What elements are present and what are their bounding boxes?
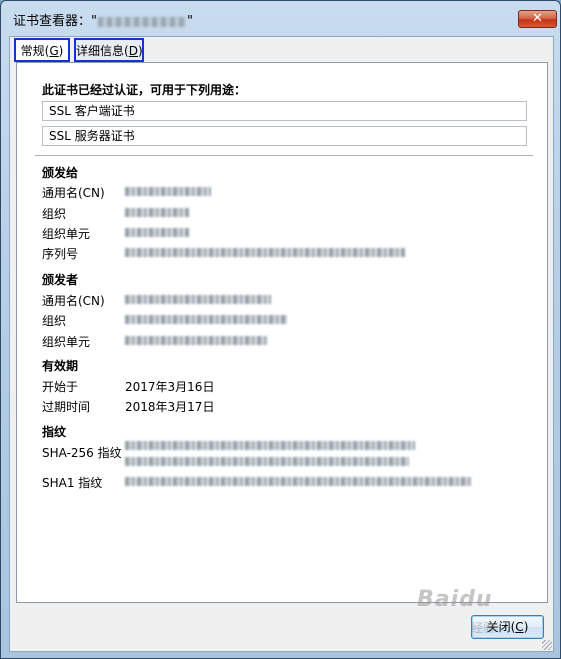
sha256-label: SHA-256 指纹 — [42, 446, 122, 460]
valid-from-value: 2017年3月16日 — [125, 380, 215, 394]
verified-heading: 此证书已经过认证，可用于下列用途： — [42, 83, 247, 97]
title-bar[interactable]: 证书查看器：" " ✕ — [1, 1, 560, 35]
redacted-value — [125, 315, 287, 324]
redacted-title-name — [97, 16, 186, 27]
purpose-item: SSL 服务器证书 — [42, 126, 527, 146]
redacted-value — [125, 228, 189, 237]
certificate-viewer-window: 证书查看器：" " ✕ 常规(G) 详细信息(D) 此证书已经过认证，可用于下列用… — [0, 0, 561, 659]
redacted-value — [125, 477, 471, 486]
close-button[interactable]: 关闭(C) — [471, 615, 544, 639]
tab-details[interactable]: 详细信息(D) — [74, 38, 144, 62]
valid-from-label: 开始于 — [42, 380, 79, 394]
dialog-client-area: 常规(G) 详细信息(D) 此证书已经过认证，可用于下列用途： SSL 客户端证… — [9, 36, 554, 652]
dialog-footer: 关闭(C) — [10, 603, 553, 651]
redacted-value — [125, 336, 267, 345]
issued-to-cn-label: 通用名(CN) — [42, 186, 105, 200]
valid-to-label: 过期时间 — [42, 400, 91, 414]
valid-to-value: 2018年3月17日 — [125, 400, 215, 414]
issued-to-ou-label: 组织单元 — [42, 227, 91, 241]
tab-general[interactable]: 常规(G) — [14, 38, 70, 62]
redacted-value — [125, 208, 189, 217]
close-icon: ✕ — [532, 11, 543, 26]
issued-by-cn-label: 通用名(CN) — [42, 294, 105, 308]
divider — [35, 155, 533, 156]
redacted-value — [125, 457, 409, 466]
issued-to-org-label: 组织 — [42, 207, 67, 221]
resize-grip[interactable] — [542, 640, 552, 650]
issued-by-org-label: 组织 — [42, 314, 67, 328]
general-tab-panel: 此证书已经过认证，可用于下列用途： SSL 客户端证书 SSL 服务器证书 颁发… — [16, 62, 548, 603]
redacted-value — [125, 295, 271, 304]
redacted-value — [125, 441, 415, 450]
redacted-value — [125, 187, 211, 196]
window-close-button[interactable]: ✕ — [518, 10, 557, 28]
purpose-item: SSL 客户端证书 — [42, 101, 527, 121]
fingerprint-heading: 指纹 — [42, 425, 67, 439]
issued-by-heading: 颁发者 — [42, 273, 79, 287]
serial-number-label: 序列号 — [42, 247, 79, 261]
redacted-value — [125, 248, 405, 257]
validity-heading: 有效期 — [42, 359, 79, 373]
issued-by-ou-label: 组织单元 — [42, 335, 91, 349]
issued-to-heading: 颁发给 — [42, 166, 79, 180]
sha1-label: SHA1 指纹 — [42, 476, 103, 490]
window-title: 证书查看器：" " — [13, 14, 193, 29]
